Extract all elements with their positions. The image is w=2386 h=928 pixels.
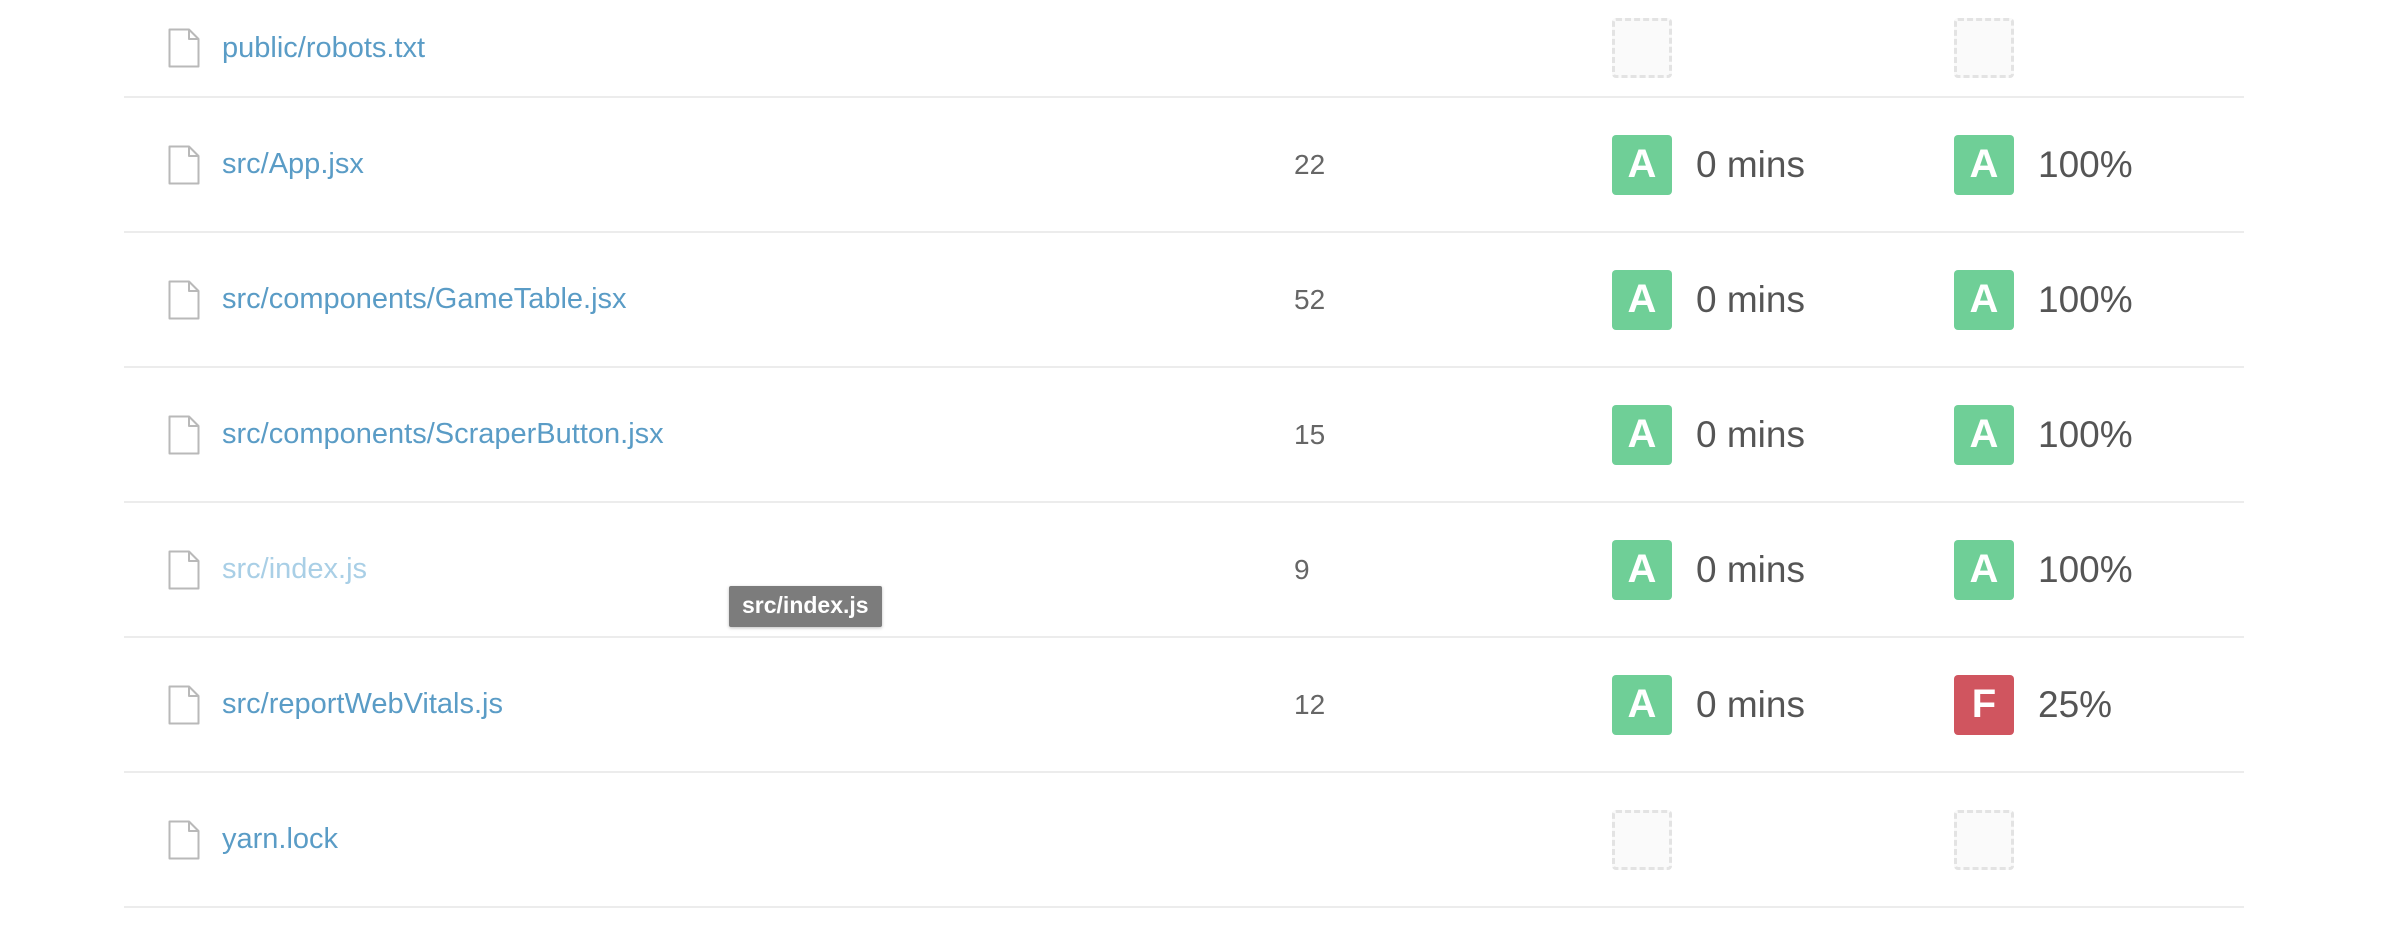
file-path-link[interactable]: public/robots.txt xyxy=(222,32,425,65)
coverage-value: 100% xyxy=(2038,413,2133,455)
file-path-tooltip: src/index.js xyxy=(729,586,882,627)
file-cell: public/robots.txt xyxy=(168,0,425,96)
maintainability-grade-placeholder xyxy=(1612,18,1672,78)
maintainability-value: 0 mins xyxy=(1696,683,1805,725)
coverage-grade-badge[interactable]: A xyxy=(1954,539,2014,600)
file-path-link[interactable]: src/components/ScraperButton.jsx xyxy=(222,418,664,451)
lines-of-code: 22 xyxy=(1294,148,1326,180)
coverage-cell: A 100% xyxy=(1954,368,2133,501)
table-row: yarn.lock xyxy=(124,773,2244,908)
maintainability-cell: A 0 mins xyxy=(1612,638,1805,771)
file-path-link[interactable]: src/index.js xyxy=(222,553,367,586)
file-icon xyxy=(168,820,200,859)
maintainability-grade-badge[interactable]: A xyxy=(1612,269,1672,330)
table-row: src/components/GameTable.jsx 52 A 0 mins A 10… xyxy=(124,233,2244,368)
file-cell: src/index.js xyxy=(168,503,367,636)
table-row: src/App.jsx 22 A 0 mins A 100% xyxy=(124,98,2244,233)
coverage-grade-placeholder xyxy=(1954,809,2014,870)
coverage-value: 100% xyxy=(2038,548,2133,590)
lines-of-code: 9 xyxy=(1294,553,1310,585)
maintainability-cell xyxy=(1612,0,1672,96)
file-path-link[interactable]: src/reportWebVitals.js xyxy=(222,688,503,721)
coverage-grade-badge[interactable]: A xyxy=(1954,134,2014,195)
maintainability-cell: A 0 mins xyxy=(1612,98,1805,231)
file-icon xyxy=(168,685,200,724)
file-cell: src/components/ScraperButton.jsx xyxy=(168,368,664,501)
lines-of-code: 12 xyxy=(1294,688,1326,720)
file-path-link[interactable]: yarn.lock xyxy=(222,823,338,856)
file-cell: src/reportWebVitals.js xyxy=(168,638,503,771)
table-row: src/index.js 9 A 0 mins A 100% xyxy=(124,503,2244,638)
coverage-cell: A 100% xyxy=(1954,503,2133,636)
coverage-cell: A 100% xyxy=(1954,233,2133,366)
coverage-value: 100% xyxy=(2038,143,2133,185)
coverage-grade-badge[interactable]: A xyxy=(1954,404,2014,465)
maintainability-cell: A 0 mins xyxy=(1612,233,1805,366)
file-icon xyxy=(168,145,200,184)
maintainability-value: 0 mins xyxy=(1696,413,1805,455)
lines-of-code: 52 xyxy=(1294,283,1326,315)
file-path-link[interactable]: src/App.jsx xyxy=(222,148,364,181)
table-row: src/components/ScraperButton.jsx 15 A 0 min… xyxy=(124,368,2244,503)
file-icon xyxy=(168,415,200,454)
maintainability-value: 0 mins xyxy=(1696,143,1805,185)
table-row: public/robots.txt xyxy=(124,0,2244,98)
coverage-cell: F 25% xyxy=(1954,638,2112,771)
maintainability-grade-badge[interactable]: A xyxy=(1612,404,1672,465)
file-cell: yarn.lock xyxy=(168,773,338,906)
maintainability-cell: A 0 mins xyxy=(1612,503,1805,636)
maintainability-grade-badge[interactable]: A xyxy=(1612,134,1672,195)
file-icon xyxy=(168,550,200,589)
maintainability-cell: A 0 mins xyxy=(1612,368,1805,501)
maintainability-grade-badge[interactable]: A xyxy=(1612,539,1672,600)
table-row: src/reportWebVitals.js 12 A 0 mins F 25% xyxy=(124,638,2244,773)
maintainability-value: 0 mins xyxy=(1696,278,1805,320)
lines-of-code: 15 xyxy=(1294,418,1326,450)
maintainability-value: 0 mins xyxy=(1696,548,1805,590)
file-cell: src/App.jsx xyxy=(168,98,364,231)
maintainability-grade-placeholder xyxy=(1612,809,1672,870)
coverage-cell xyxy=(1954,0,2014,96)
file-table: public/robots.txt src/App.jsx 22 A 0 mins A 10… xyxy=(124,0,2244,908)
file-cell: src/components/GameTable.jsx xyxy=(168,233,627,366)
maintainability-grade-badge[interactable]: A xyxy=(1612,674,1672,735)
maintainability-cell xyxy=(1612,773,1672,906)
file-icon xyxy=(168,28,200,68)
coverage-grade-badge[interactable]: A xyxy=(1954,269,2014,330)
file-path-link[interactable]: src/components/GameTable.jsx xyxy=(222,283,627,316)
coverage-grade-placeholder xyxy=(1954,18,2014,78)
coverage-value: 25% xyxy=(2038,683,2113,725)
coverage-cell: A 100% xyxy=(1954,98,2133,231)
coverage-value: 100% xyxy=(2038,278,2133,320)
coverage-grade-badge[interactable]: F xyxy=(1954,674,2014,735)
coverage-cell xyxy=(1954,773,2014,906)
file-icon xyxy=(168,280,200,319)
